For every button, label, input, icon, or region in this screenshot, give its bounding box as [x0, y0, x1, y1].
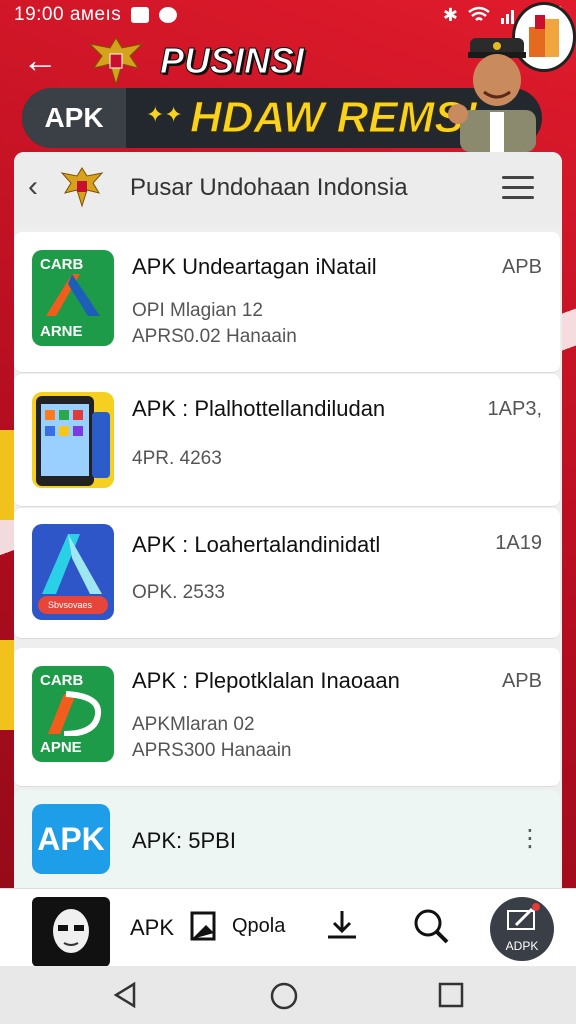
bottom-bar: APK Qpola ADPK [0, 888, 576, 967]
app-icon-text: APNE [40, 739, 82, 756]
banner-apk-label: APK [22, 88, 126, 148]
edit-icon [507, 903, 540, 930]
notification-icon [159, 7, 178, 23]
menu-icon[interactable] [502, 176, 534, 206]
panel-title: Pusar Undohaan Indonsia [130, 174, 408, 201]
app-icon: CARB ARNE [32, 250, 114, 346]
garuda-emblem [60, 167, 104, 208]
panel-header: ‹ Pusar Undohaan Indonsia [14, 152, 562, 226]
list-item[interactable]: Sbvsovaes APK : Loahertalandinidatl 1A19… [14, 508, 560, 639]
notification-icon [131, 7, 150, 23]
search-icon[interactable] [412, 907, 450, 945]
more-options-icon[interactable]: ⋮ [518, 824, 542, 853]
app-tag: 1A19 [495, 532, 542, 554]
app-size: APRS0.02 Hanaain [132, 326, 297, 347]
list-item[interactable]: APK : Plalhottellandiludan 1AP3, 4PR. 42… [14, 374, 560, 507]
app-panel: ‹ Pusar Undohaan Indonsia CARB ARNE APK … [14, 152, 562, 912]
app-name: APK : Loahertalandinidatl [132, 532, 381, 557]
chevron-left-icon[interactable]: ‹ [28, 172, 38, 202]
list-item[interactable]: CARB APNE APK : Plepotklalan Inaoaan APB… [14, 648, 560, 787]
list-item[interactable]: CARB ARNE APK Undeartagan iNatail APB OP… [14, 232, 560, 373]
app-version: OPI Mlagian 12 [132, 300, 263, 321]
download-icon[interactable] [324, 907, 360, 943]
bottom-apk-label: APK [130, 915, 175, 940]
status-bar: 19:00 aмeıs ✱ [0, 0, 576, 30]
nav-home-icon[interactable] [268, 980, 300, 1012]
apk-app-icon: APK [32, 804, 110, 874]
app-tag: APB [501, 670, 542, 692]
app-version: OPK. 2533 [132, 582, 225, 603]
app-version: APKMlaran 02 [132, 714, 255, 735]
app-icon-text: ARNE [40, 323, 83, 340]
back-arrow-icon[interactable]: ← [22, 42, 58, 78]
nav-back-icon[interactable] [110, 980, 140, 1010]
app-name: APK: 5PBI [132, 828, 236, 853]
sparkle-icon: ✦✦ [146, 102, 183, 127]
nav-recents-icon[interactable] [436, 980, 466, 1010]
officer-illustration [448, 38, 536, 152]
wifi-icon [468, 6, 490, 21]
banner-title: PUSINSI UNTDOHAN [160, 40, 367, 128]
app-tag: 1AP3, [487, 398, 542, 420]
phone-app-icon [32, 392, 114, 488]
app-icon-text: CARB [40, 672, 84, 689]
app-icon: CARB APNE [32, 666, 114, 762]
status-time: 19:00 aмeıs [14, 4, 122, 25]
app-size: APRS300 Hanaain [132, 740, 292, 761]
app-tag: APB [501, 256, 542, 278]
system-nav-bar [0, 966, 576, 1024]
app-name: APK Undeartagan iNatail [132, 254, 377, 279]
user-avatar[interactable] [32, 897, 110, 967]
app-version: 4PR. 4263 [132, 448, 222, 469]
bluetooth-icon: ✱ [442, 4, 458, 25]
app-icon-text: Sbvsovaes [48, 600, 93, 610]
apk-fab-button[interactable]: ADPK [490, 897, 554, 961]
fab-label: ADPK [505, 939, 539, 953]
garuda-emblem [88, 37, 144, 86]
app-icon: Sbvsovaes [32, 524, 114, 620]
bottom-opola-label[interactable]: Qpola [232, 915, 285, 938]
app-icon-text: CARB [40, 256, 84, 273]
document-icon[interactable] [190, 911, 216, 941]
app-name: APK : Plepotklalan Inaoaan [132, 668, 400, 693]
app-name: APK : Plalhottellandiludan [132, 396, 386, 421]
